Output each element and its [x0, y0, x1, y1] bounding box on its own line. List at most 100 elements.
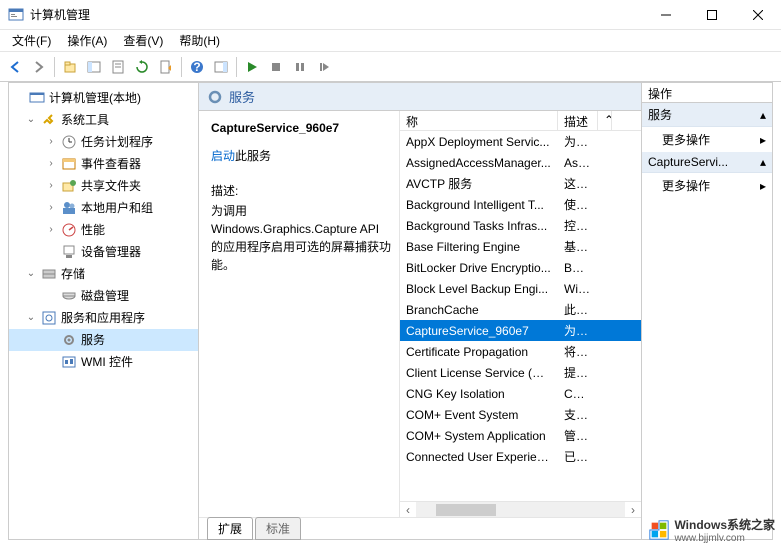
service-row[interactable]: CaptureService_960e7为调...: [400, 320, 641, 341]
service-row[interactable]: BranchCache此服...: [400, 299, 641, 320]
action-more-1[interactable]: 更多操作▸: [642, 127, 772, 152]
scroll-left-icon[interactable]: ‹: [400, 503, 416, 517]
tree-services-apps[interactable]: ⌄ 服务和应用程序: [9, 307, 198, 329]
service-name-cell: Block Level Backup Engi...: [400, 282, 558, 296]
tab-extended[interactable]: 扩展: [207, 517, 253, 540]
tree-shared-folders[interactable]: ›共享文件夹: [9, 175, 198, 197]
menubar: 文件(F) 操作(A) 查看(V) 帮助(H): [0, 30, 781, 52]
service-row[interactable]: Client License Service (Cli...提供...: [400, 362, 641, 383]
action-group-services[interactable]: 服务▴: [642, 103, 772, 127]
tree-label: 服务和应用程序: [61, 309, 145, 327]
service-desc-cell: 这是...: [558, 175, 598, 192]
restart-service-button[interactable]: [313, 56, 335, 78]
service-row[interactable]: Background Tasks Infras...控制...: [400, 215, 641, 236]
tree-label: 磁盘管理: [81, 287, 129, 305]
properties-button[interactable]: [107, 56, 129, 78]
storage-icon: [41, 266, 57, 282]
menu-view[interactable]: 查看(V): [115, 30, 171, 51]
tree-performance[interactable]: ›性能: [9, 219, 198, 241]
tree-task-scheduler[interactable]: ›任务计划程序: [9, 131, 198, 153]
expand-icon[interactable]: ›: [45, 155, 57, 173]
scroll-thumb[interactable]: [436, 504, 496, 516]
device-icon: [61, 244, 77, 260]
service-row[interactable]: Base Filtering Engine基本...: [400, 236, 641, 257]
maximize-button[interactable]: [689, 0, 735, 30]
share-icon: [61, 178, 77, 194]
scroll-right-icon[interactable]: ›: [625, 503, 641, 517]
stop-service-button[interactable]: [265, 56, 287, 78]
separator: [181, 57, 182, 77]
selected-service-name: CaptureService_960e7: [211, 121, 391, 135]
service-name-cell: CaptureService_960e7: [400, 324, 558, 338]
chevron-right-icon: ▸: [760, 133, 766, 147]
expand-icon[interactable]: ›: [45, 221, 57, 239]
expand-icon[interactable]: ›: [45, 199, 57, 217]
tree-event-viewer[interactable]: › 事件查看器: [9, 153, 198, 175]
service-desc-cell: Assi...: [558, 156, 598, 170]
service-row[interactable]: Certificate Propagation将用...: [400, 341, 641, 362]
scroll-track[interactable]: [416, 502, 625, 518]
center-panel: 服务 CaptureService_960e7 启动此服务 描述: 为调用 Wi…: [199, 83, 642, 539]
back-button[interactable]: [4, 56, 26, 78]
service-row[interactable]: BitLocker Drive Encryptio...BDE...: [400, 257, 641, 278]
service-row[interactable]: COM+ System Application管理...: [400, 425, 641, 446]
service-row[interactable]: AssignedAccessManager...Assi...: [400, 152, 641, 173]
tree-disk-mgmt[interactable]: 磁盘管理: [9, 285, 198, 307]
tree-system-tools[interactable]: ⌄系统工具: [9, 109, 198, 131]
refresh-button[interactable]: [131, 56, 153, 78]
service-desc-cell: 使用...: [558, 196, 598, 213]
collapse-icon[interactable]: ⌄: [25, 265, 37, 283]
service-row[interactable]: COM+ Event System支持...: [400, 404, 641, 425]
col-desc[interactable]: 描述: [558, 111, 598, 130]
menu-file[interactable]: 文件(F): [4, 30, 59, 51]
service-desc-cell: 为调...: [558, 322, 598, 339]
titlebar: 计算机管理: [0, 0, 781, 30]
tree-label: 事件查看器: [81, 155, 141, 173]
tree-local-users[interactable]: ›本地用户和组: [9, 197, 198, 219]
menu-action[interactable]: 操作(A): [59, 30, 115, 51]
help-button[interactable]: ?: [186, 56, 208, 78]
collapse-icon[interactable]: ⌄: [25, 111, 37, 129]
minimize-button[interactable]: [643, 0, 689, 30]
close-button[interactable]: [735, 0, 781, 30]
tree-services[interactable]: 服务: [9, 329, 198, 351]
service-row[interactable]: AppX Deployment Servic...为部...: [400, 131, 641, 152]
service-row[interactable]: Connected User Experien...已连...: [400, 446, 641, 467]
export-button[interactable]: [155, 56, 177, 78]
start-service-button[interactable]: [241, 56, 263, 78]
service-name-cell: Connected User Experien...: [400, 450, 558, 464]
col-scroll-up[interactable]: ⌃: [598, 111, 612, 130]
list-rows[interactable]: AppX Deployment Servic...为部...AssignedAc…: [400, 131, 641, 501]
pause-service-button[interactable]: [289, 56, 311, 78]
tree-root[interactable]: 计算机管理(本地): [9, 87, 198, 109]
services-apps-icon: [41, 310, 57, 326]
show-hide-tree-button[interactable]: [83, 56, 105, 78]
col-name[interactable]: 称: [400, 111, 558, 130]
service-row[interactable]: Block Level Backup Engi...Win...: [400, 278, 641, 299]
menu-help[interactable]: 帮助(H): [171, 30, 228, 51]
up-button[interactable]: [59, 56, 81, 78]
tree-device-manager[interactable]: 设备管理器: [9, 241, 198, 263]
service-desc-cell: 控制...: [558, 217, 598, 234]
service-desc-cell: 此服...: [558, 301, 598, 318]
tree-label: WMI 控件: [81, 353, 133, 371]
service-row[interactable]: CNG Key IsolationCNG...: [400, 383, 641, 404]
service-row[interactable]: AVCTP 服务这是...: [400, 173, 641, 194]
tree-wmi[interactable]: WMI 控件: [9, 351, 198, 373]
tree-storage[interactable]: ⌄存储: [9, 263, 198, 285]
service-name-cell: COM+ Event System: [400, 408, 558, 422]
forward-button[interactable]: [28, 56, 50, 78]
collapse-icon[interactable]: ⌄: [25, 309, 37, 327]
tab-standard[interactable]: 标准: [255, 517, 301, 540]
start-service-link[interactable]: 启动: [211, 149, 235, 163]
expand-icon[interactable]: ›: [45, 133, 57, 151]
action-more-2[interactable]: 更多操作▸: [642, 173, 772, 198]
action-group-selected[interactable]: CaptureServi...▴: [642, 152, 772, 173]
service-name-cell: AssignedAccessManager...: [400, 156, 558, 170]
performance-icon: [61, 222, 77, 238]
horizontal-scrollbar[interactable]: ‹ ›: [400, 501, 641, 517]
expand-icon[interactable]: ›: [45, 177, 57, 195]
service-row[interactable]: Background Intelligent T...使用...: [400, 194, 641, 215]
actions-panel: 操作 服务▴ 更多操作▸ CaptureServi...▴ 更多操作▸: [642, 83, 772, 539]
show-hide-action-button[interactable]: [210, 56, 232, 78]
